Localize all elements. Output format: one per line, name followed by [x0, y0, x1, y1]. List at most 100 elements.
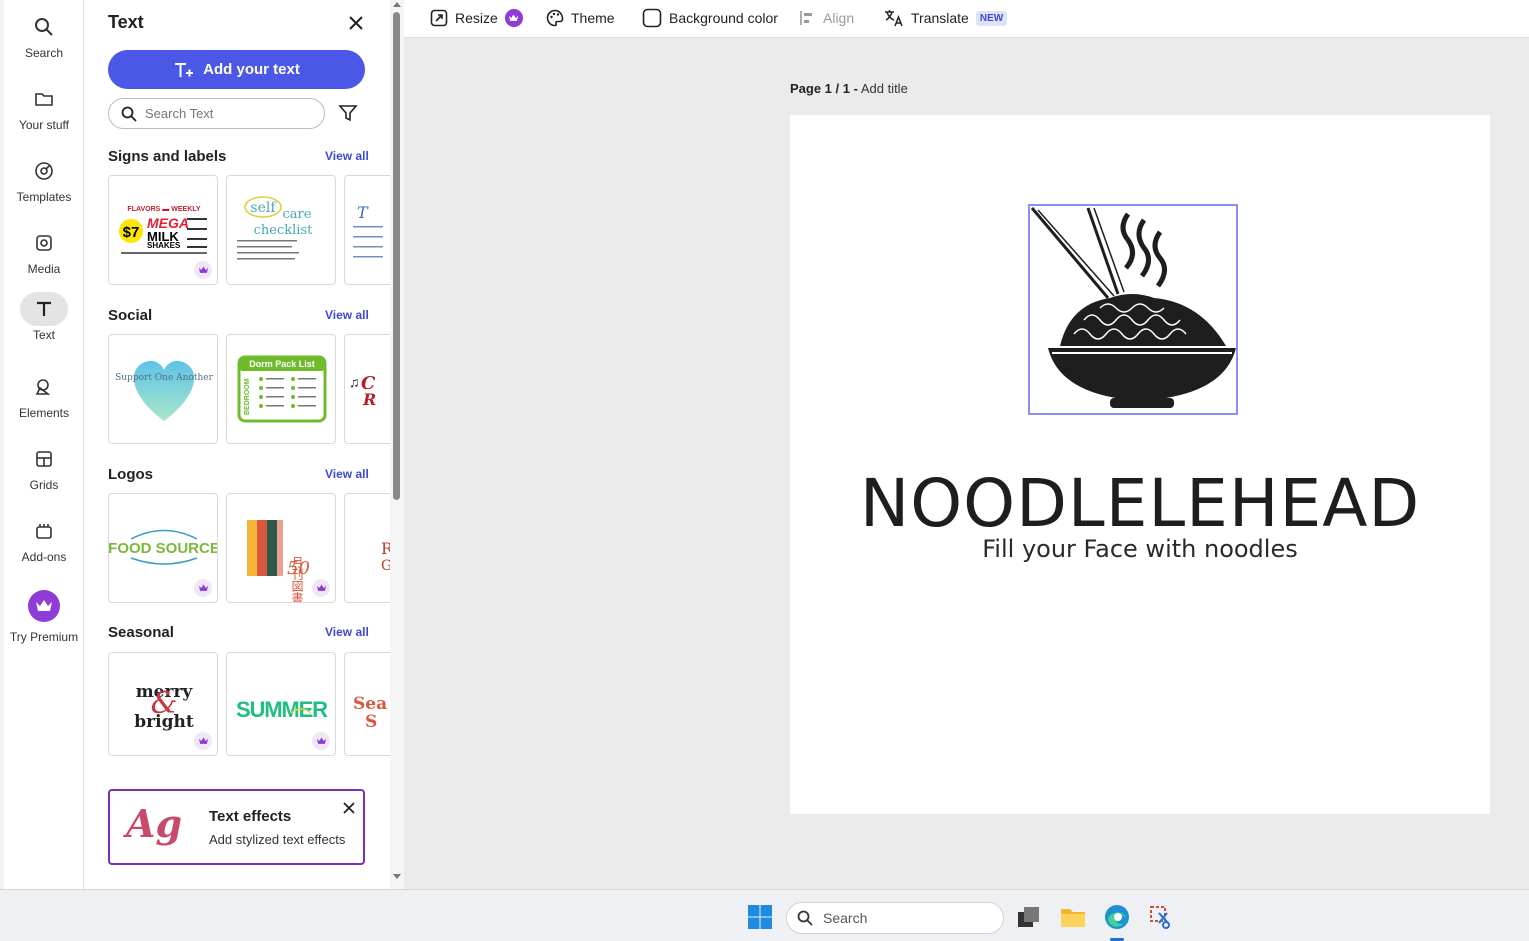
- add-ons-icon: [20, 514, 68, 548]
- close-icon: [349, 16, 363, 30]
- file-explorer-button[interactable]: [1059, 903, 1087, 931]
- resize-label: Resize: [455, 10, 498, 26]
- rail-item-media[interactable]: Media: [4, 226, 84, 276]
- panel-title: Text: [108, 12, 144, 32]
- snipping-tool-icon: [1150, 906, 1170, 929]
- design-page[interactable]: NOODLELEHEAD Fill your Face with noodles: [790, 115, 1490, 814]
- premium-crown-icon: [194, 732, 212, 750]
- page-label: Page 1 / 1 - Add title: [790, 81, 908, 96]
- add-title-link[interactable]: Add title: [861, 81, 908, 96]
- taskbar-search[interactable]: Search: [786, 902, 1004, 934]
- template-thumb-summer[interactable]: SUMMER: [226, 652, 336, 756]
- template-thumb-mega-milkshakes[interactable]: FLAVORS ▬ WEEKLY $7 MEGA MILK SHAKES: [108, 175, 218, 285]
- template-thumb-partial[interactable]: R G: [344, 493, 390, 603]
- premium-crown-icon: [504, 9, 523, 27]
- template-thumb-merry-bright[interactable]: merry & bright: [108, 652, 218, 756]
- filter-button[interactable]: [338, 103, 358, 128]
- template-thumb-support-heart[interactable]: Support One Another: [108, 334, 218, 444]
- view-all-link[interactable]: View all: [325, 149, 369, 163]
- rail-item-elements[interactable]: Elements: [4, 370, 84, 420]
- snipping-tool-button[interactable]: [1147, 903, 1175, 931]
- edge-icon: [1105, 905, 1129, 929]
- text-icon: [20, 292, 68, 326]
- svg-text:G: G: [381, 558, 390, 574]
- premium-crown-icon: [194, 261, 212, 279]
- page-number: Page 1 / 1 -: [790, 81, 858, 96]
- start-button[interactable]: [746, 903, 774, 931]
- premium-crown-icon: [312, 579, 330, 597]
- theme-button[interactable]: Theme: [546, 6, 615, 30]
- svg-text:♫: ♫: [349, 374, 360, 390]
- template-thumb-partial[interactable]: T: [344, 175, 390, 285]
- align-label: Align: [823, 10, 855, 26]
- rail-label: Search: [24, 46, 64, 60]
- translate-button[interactable]: Translate NEW: [884, 6, 1008, 30]
- color-swatch-icon: [642, 8, 662, 28]
- background-color-label: Background color: [669, 10, 778, 26]
- template-thumb-partial[interactable]: Sea S: [344, 652, 390, 756]
- task-view-button[interactable]: [1014, 903, 1042, 931]
- rail-label: Text: [32, 328, 55, 342]
- search-text-input[interactable]: [145, 106, 305, 121]
- svg-text:R: R: [362, 390, 376, 409]
- view-all-link[interactable]: View all: [325, 625, 369, 639]
- template-thumb-library-list[interactable]: 月刊図書リスト 50: [226, 493, 336, 603]
- close-panel-button[interactable]: [346, 13, 366, 33]
- template-thumb-dorm-pack-list[interactable]: Dorm Pack List BEDROOM: [226, 334, 336, 444]
- add-text-icon: [175, 62, 194, 77]
- svg-text:Dorm Pack List: Dorm Pack List: [249, 359, 315, 369]
- folder-icon: [20, 82, 68, 116]
- add-your-text-button[interactable]: Add your text: [108, 50, 365, 89]
- scroll-down-icon: [393, 874, 401, 879]
- resize-icon: [430, 9, 448, 27]
- templates-icon: [20, 154, 68, 188]
- selected-noodle-bowl-image[interactable]: [1028, 204, 1238, 415]
- dismiss-text-effects-button[interactable]: [342, 801, 356, 820]
- rail-label: Try Premium: [9, 630, 79, 644]
- template-thumb-food-source[interactable]: FOOD SOURCE: [108, 493, 218, 603]
- theme-label: Theme: [571, 10, 615, 26]
- svg-text:Sea: Sea: [353, 694, 387, 714]
- rail-item-add-ons[interactable]: Add-ons: [4, 514, 84, 564]
- resize-button[interactable]: Resize: [430, 6, 523, 30]
- view-all-link[interactable]: View all: [325, 308, 369, 322]
- view-all-link[interactable]: View all: [325, 467, 369, 481]
- section-title: Seasonal: [108, 624, 174, 641]
- rail-item-text[interactable]: Text: [4, 292, 84, 342]
- rail-item-grids[interactable]: Grids: [4, 442, 84, 492]
- text-effects-card[interactable]: Ag Text effects Add stylized text effect…: [108, 789, 365, 865]
- scroll-up-icon: [393, 2, 401, 7]
- palette-icon: [546, 9, 564, 27]
- task-view-icon: [1018, 907, 1039, 927]
- os-taskbar: Search: [0, 889, 1529, 941]
- background-color-button[interactable]: Background color: [642, 6, 778, 30]
- template-thumb-partial[interactable]: C R ♫: [344, 334, 390, 444]
- panel-scrollbar[interactable]: [390, 0, 404, 889]
- text-effects-title: Text effects: [209, 808, 292, 825]
- svg-text:checklist: checklist: [254, 223, 313, 238]
- noodle-bowl-illustration: [1030, 207, 1236, 408]
- svg-text:50: 50: [287, 558, 310, 579]
- align-button[interactable]: Align: [798, 6, 854, 30]
- svg-text:SUMMER: SUMMER: [236, 697, 328, 722]
- try-premium-button[interactable]: Try Premium: [4, 590, 84, 644]
- text-effects-icon: Ag: [126, 801, 183, 846]
- brand-title[interactable]: NOODLELEHEAD: [790, 465, 1490, 542]
- folder-icon: [1061, 909, 1085, 927]
- svg-text:care: care: [283, 207, 312, 222]
- brand-tagline[interactable]: Fill your Face with noodles: [790, 535, 1490, 563]
- edge-browser-button[interactable]: [1103, 903, 1131, 931]
- rail-item-search[interactable]: Search: [4, 10, 84, 60]
- grids-icon: [20, 442, 68, 476]
- scrollbar-thumb[interactable]: [393, 12, 400, 500]
- rail-label: Your stuff: [18, 118, 70, 132]
- translate-icon: [885, 10, 903, 27]
- elements-icon: [20, 370, 68, 404]
- search-text-field[interactable]: [108, 98, 325, 129]
- rail-item-your-stuff[interactable]: Your stuff: [4, 82, 84, 132]
- premium-crown-icon: [194, 579, 212, 597]
- template-thumb-self-care[interactable]: self care checklist: [226, 175, 336, 285]
- filter-icon: [338, 105, 358, 122]
- rail-item-templates[interactable]: Templates: [4, 154, 84, 204]
- new-badge: NEW: [975, 10, 1008, 26]
